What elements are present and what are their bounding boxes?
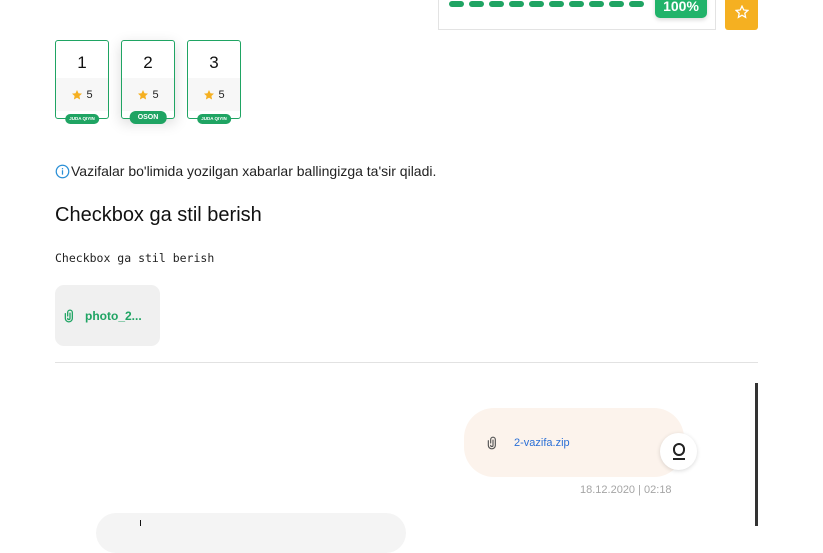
task-rating: 5	[122, 78, 174, 111]
chat-message-bubble-next	[96, 513, 406, 553]
difficulty-badge: JUDA QIYIN	[65, 113, 99, 124]
difficulty-badge: OSON	[129, 111, 167, 124]
info-notice: Vazifalar bo'limida yozilgan xabarlar ba…	[55, 163, 436, 179]
progress-panel: 100%	[438, 0, 716, 30]
message-timestamp: 18.12.2020 | 02:18	[580, 484, 672, 496]
info-text: Vazifalar bo'limida yozilgan xabarlar ba…	[71, 163, 437, 179]
star-icon	[734, 5, 749, 19]
progress-segment	[509, 1, 524, 7]
star-icon	[204, 89, 215, 100]
progress-segment	[569, 1, 584, 7]
progress-percent-badge: 100%	[655, 0, 707, 18]
rating-value: 5	[218, 88, 225, 101]
text-cursor	[140, 520, 141, 526]
task-rating: 5	[188, 78, 240, 111]
message-file-link[interactable]: 2-vazifa.zip	[486, 434, 570, 452]
progress-segment	[449, 1, 464, 7]
message-file-name: 2-vazifa.zip	[514, 437, 570, 449]
task-description: Checkbox ga stil berish	[55, 251, 215, 265]
progress-segment	[629, 1, 644, 7]
divider	[55, 362, 758, 363]
user-avatar-icon	[672, 442, 685, 460]
progress-segment	[609, 1, 624, 7]
progress-segment	[469, 1, 484, 7]
progress-segment	[549, 1, 564, 7]
star-icon	[138, 89, 149, 100]
attachment-card[interactable]: photo_2...	[55, 285, 160, 346]
task-number: 2	[143, 53, 153, 72]
paperclip-icon	[487, 436, 496, 450]
star-button[interactable]	[725, 0, 758, 30]
rating-value: 5	[152, 88, 159, 101]
task-title: Checkbox ga stil berish	[55, 204, 262, 226]
progress-segment	[589, 1, 604, 7]
chat-scrollbar[interactable]	[755, 383, 758, 526]
paperclip-icon	[64, 309, 73, 322]
progress-segment	[489, 1, 504, 7]
task-cards: 1 5 JUDA QIYIN 2 5 OSON 3 5 JUDA QIYIN	[55, 40, 241, 124]
progress-segment	[529, 1, 544, 7]
task-rating: 5	[56, 78, 108, 111]
task-card-1[interactable]: 1 5 JUDA QIYIN	[55, 40, 109, 124]
progress-bar	[449, 1, 644, 7]
task-card-2[interactable]: 2 5 OSON	[121, 40, 175, 124]
rating-value: 5	[86, 88, 93, 101]
info-icon	[55, 164, 70, 178]
attachment-label: photo_2...	[85, 308, 142, 323]
star-icon	[72, 89, 83, 100]
avatar[interactable]	[660, 433, 697, 470]
chat-message-bubble: 2-vazifa.zip	[464, 408, 684, 477]
task-card-3[interactable]: 3 5 JUDA QIYIN	[187, 40, 241, 124]
difficulty-badge: JUDA QIYIN	[197, 113, 231, 124]
task-number: 3	[209, 53, 219, 72]
task-number: 1	[77, 53, 87, 72]
